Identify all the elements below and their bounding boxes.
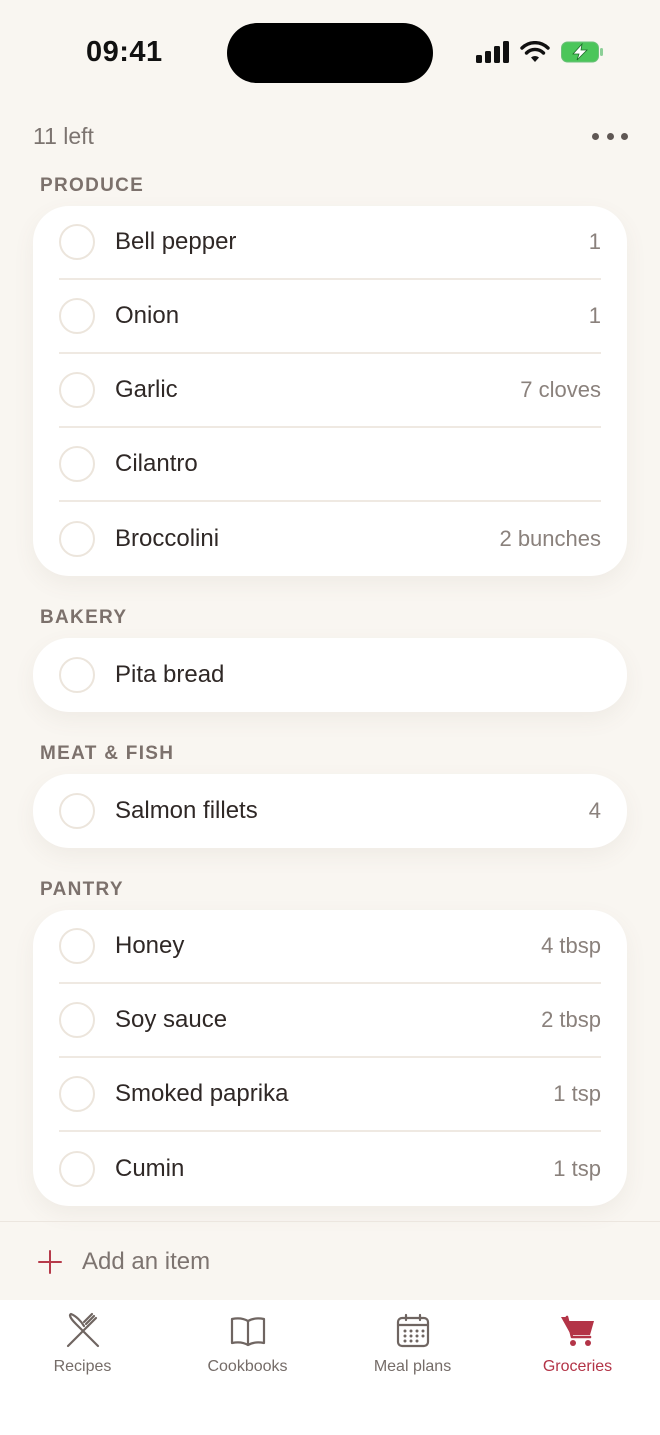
section-title: PANTRY: [40, 879, 124, 900]
cellular-signal-icon: [476, 41, 509, 63]
tab-label: Cookbooks: [207, 1358, 288, 1375]
item-quantity: 1 tsp: [553, 1081, 601, 1106]
checkbox[interactable]: [59, 298, 95, 334]
grocery-item[interactable]: Pita bread: [59, 638, 601, 712]
items-left-count: 11 left: [33, 123, 94, 149]
checkbox[interactable]: [59, 928, 95, 964]
grocery-item[interactable]: Soy sauce 2 tbsp: [59, 984, 601, 1058]
grocery-item[interactable]: Bell pepper 1: [59, 206, 601, 280]
grocery-item[interactable]: Cilantro: [59, 428, 601, 502]
section-produce: PRODUCE Bell pepper 1 Onion 1 Garlic 7 c…: [33, 166, 627, 576]
item-name: Bell pepper: [115, 228, 237, 255]
item-quantity: 7 cloves: [520, 377, 601, 402]
grocery-item[interactable]: Broccolini 2 bunches: [59, 502, 601, 576]
cart-icon: [560, 1315, 594, 1346]
section-title: MEAT & FISH: [40, 743, 175, 764]
section-pantry: PANTRY Honey 4 tbsp Soy sauce 2 tbsp Smo…: [33, 870, 627, 1206]
item-name: Honey: [115, 932, 185, 959]
item-quantity: 1 tsp: [553, 1156, 601, 1181]
item-name: Salmon fillets: [115, 797, 258, 824]
checkbox[interactable]: [59, 793, 95, 829]
item-quantity: 1: [588, 229, 601, 254]
checkbox[interactable]: [59, 1076, 95, 1112]
divider: [0, 1221, 660, 1222]
section-card: Pita bread: [33, 638, 627, 712]
tab-label: Recipes: [53, 1358, 112, 1375]
grocery-item[interactable]: Cumin 1 tsp: [59, 1132, 601, 1206]
section-bakery: BAKERY Pita bread: [33, 598, 627, 712]
wifi-icon: [520, 41, 550, 62]
list-header: 11 left: [33, 118, 628, 158]
grocery-item[interactable]: Garlic 7 cloves: [59, 354, 601, 428]
item-quantity: 4: [588, 798, 601, 823]
grocery-item[interactable]: Smoked paprika 1 tsp: [59, 1058, 601, 1132]
grocery-item[interactable]: Salmon fillets 4: [59, 774, 601, 848]
calendar-icon: [396, 1313, 429, 1348]
checkbox[interactable]: [59, 521, 95, 557]
dot: [621, 132, 628, 140]
section-card: Honey 4 tbsp Soy sauce 2 tbsp Smoked pap…: [33, 910, 627, 1206]
status-time: 09:41: [86, 36, 163, 68]
add-item-button[interactable]: Add an item: [38, 1242, 210, 1282]
dot: [606, 132, 614, 140]
section-title: BAKERY: [40, 607, 128, 628]
item-quantity: 1: [588, 303, 601, 328]
item-quantity: 2 tbsp: [541, 1007, 601, 1032]
tab-cookbooks[interactable]: Cookbooks: [165, 1300, 330, 1435]
checkbox[interactable]: [59, 224, 95, 260]
add-item-label: Add an item: [82, 1248, 211, 1275]
tab-label: Groceries: [542, 1358, 613, 1375]
status-bar: 09:41: [0, 0, 660, 100]
dynamic-island: [227, 23, 433, 83]
checkbox[interactable]: [59, 1151, 95, 1187]
item-quantity: 4 tbsp: [541, 933, 601, 958]
item-name: Onion: [115, 302, 180, 329]
more-options-button[interactable]: [592, 124, 628, 148]
item-name: Soy sauce: [115, 1006, 228, 1033]
item-name: Garlic: [115, 376, 178, 403]
fork-knife-icon: [66, 1312, 99, 1348]
status-icons: [476, 40, 604, 64]
checkbox[interactable]: [59, 657, 95, 693]
grocery-item[interactable]: Onion 1: [59, 280, 601, 354]
plus-icon: [38, 1250, 62, 1274]
item-quantity: 2 bunches: [499, 526, 601, 551]
tab-bar: Recipes Cookbooks Meal plans Groceries: [0, 1300, 660, 1435]
checkbox[interactable]: [59, 1002, 95, 1038]
item-name: Pita bread: [115, 661, 225, 688]
dot: [592, 132, 599, 140]
grocery-list: PRODUCE Bell pepper 1 Onion 1 Garlic 7 c…: [33, 166, 627, 1228]
tab-label: Meal plans: [373, 1358, 452, 1375]
section-card: Bell pepper 1 Onion 1 Garlic 7 cloves Ci…: [33, 206, 627, 576]
checkbox[interactable]: [59, 446, 95, 482]
tab-meal-plans[interactable]: Meal plans: [330, 1300, 495, 1435]
grocery-item[interactable]: Honey 4 tbsp: [59, 910, 601, 984]
item-name: Broccolini: [115, 525, 220, 552]
battery-charging-icon: [561, 41, 603, 63]
section-card: Salmon fillets 4: [33, 774, 627, 848]
section-title: PRODUCE: [40, 175, 145, 196]
section-meat-fish: MEAT & FISH Salmon fillets 4: [33, 734, 627, 848]
item-name: Smoked paprika: [115, 1080, 289, 1107]
item-name: Cilantro: [115, 450, 198, 477]
item-name: Cumin: [115, 1155, 185, 1182]
checkbox[interactable]: [59, 372, 95, 408]
open-book-icon: [230, 1317, 265, 1347]
tab-recipes[interactable]: Recipes: [0, 1300, 165, 1435]
tab-groceries[interactable]: Groceries: [495, 1300, 660, 1435]
